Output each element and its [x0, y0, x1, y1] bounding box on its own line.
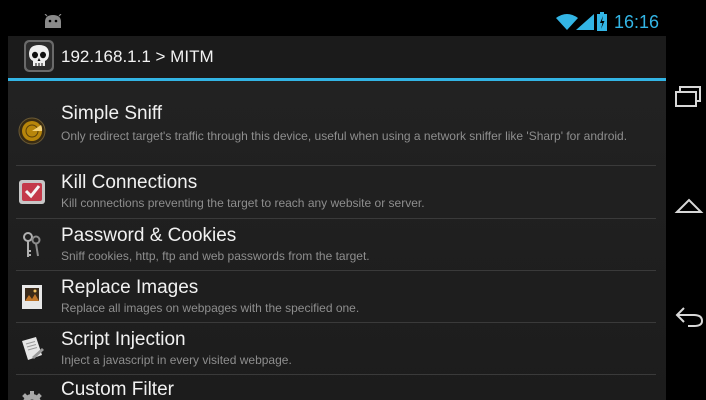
item-title: Script Injection	[61, 329, 186, 350]
recent-apps-icon[interactable]	[674, 84, 704, 108]
item-description: Inject a javascript in every visited web…	[61, 353, 292, 367]
page-title[interactable]: 192.168.1.1 > MITM	[61, 46, 214, 68]
mitm-options-list: Simple Sniff Only redirect target's traf…	[8, 81, 666, 400]
item-title: Replace Images	[61, 277, 199, 298]
keys-icon	[23, 232, 41, 257]
battery-icon	[597, 12, 607, 31]
status-bar: 16:16	[8, 8, 666, 36]
list-item-simple-sniff[interactable]: Simple Sniff Only redirect target's traf…	[8, 81, 666, 165]
item-description: Replace all images on webpages with the …	[61, 301, 360, 315]
wifi-icon	[556, 14, 578, 30]
kill-icon	[19, 180, 45, 204]
script-icon	[22, 337, 44, 360]
item-description: Kill connections preventing the target t…	[61, 196, 425, 210]
navigation-bar	[666, 0, 706, 400]
radar-icon	[18, 117, 46, 145]
list-item-custom-filter[interactable]: Custom Filter	[8, 375, 666, 400]
skull-icon[interactable]	[24, 40, 54, 72]
list-item-password-cookies[interactable]: Password & Cookies Sniff cookies, http, …	[8, 219, 666, 271]
list-item-script-injection[interactable]: Script Injection Inject a javascript in …	[8, 323, 666, 375]
item-description: Only redirect target's traffic through t…	[61, 129, 628, 143]
status-clock: 16:16	[614, 12, 660, 32]
item-title: Kill Connections	[61, 172, 198, 193]
item-title: Custom Filter	[61, 379, 174, 400]
item-title: Simple Sniff	[61, 103, 163, 124]
android-icon	[44, 14, 62, 28]
item-description: Sniff cookies, http, ftp and web passwor…	[61, 249, 370, 263]
item-title: Password & Cookies	[61, 225, 237, 246]
list-item-replace-images[interactable]: Replace Images Replace all images on web…	[8, 271, 666, 323]
action-bar: 192.168.1.1 > MITM	[8, 36, 666, 78]
signal-icon	[576, 14, 594, 30]
back-icon[interactable]	[674, 304, 704, 328]
screen: 16:16 192.168.1.1 > MITM Simple Sniff On…	[8, 8, 666, 400]
gears-icon	[22, 391, 42, 400]
image-icon	[22, 285, 42, 309]
list-item-kill-connections[interactable]: Kill Connections Kill connections preven…	[8, 166, 666, 218]
home-icon[interactable]	[674, 194, 704, 218]
